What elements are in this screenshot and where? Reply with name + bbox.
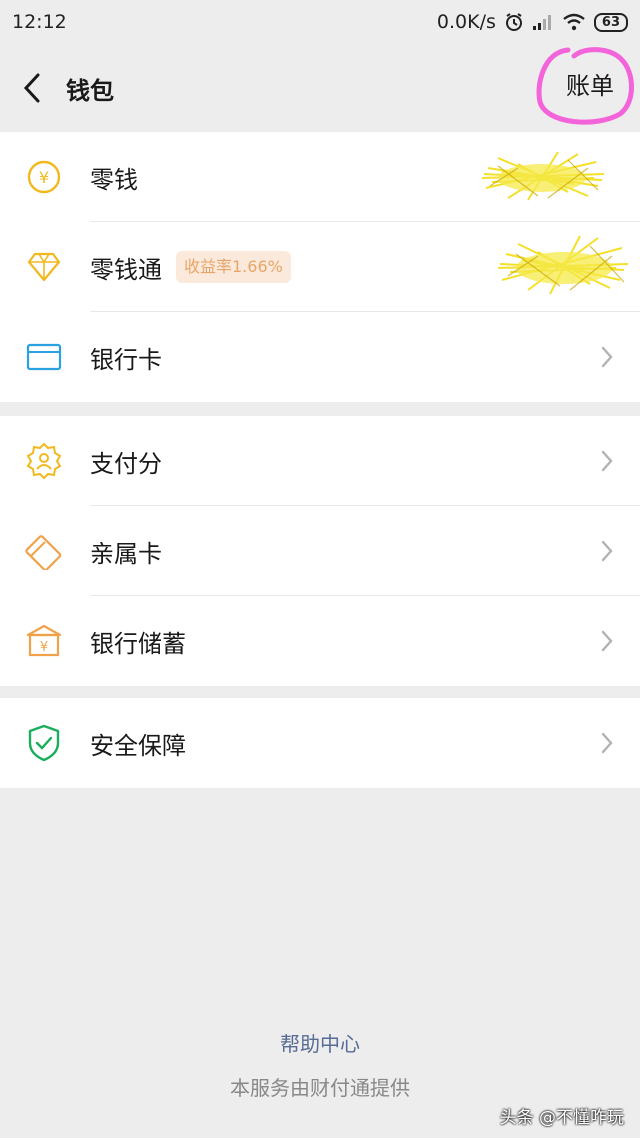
shield-check-icon bbox=[24, 723, 64, 763]
alarm-icon bbox=[504, 12, 524, 32]
chevron-right-icon bbox=[601, 346, 613, 368]
bank-building-icon: ¥ bbox=[24, 621, 64, 661]
svg-text:¥: ¥ bbox=[40, 640, 48, 655]
wallet-group-services: 支付分 亲属卡 ¥ 银行储蓄 bbox=[0, 416, 640, 686]
watermark: 头条 @不懂咋玩 bbox=[499, 1108, 624, 1128]
yuan-coin-icon: ¥ bbox=[24, 157, 64, 197]
row-bank-card[interactable]: 银行卡 bbox=[0, 312, 640, 402]
row-label: 银行储蓄 bbox=[90, 629, 186, 658]
back-button[interactable] bbox=[4, 58, 60, 118]
chevron-right-icon bbox=[601, 630, 613, 652]
service-provider-note: 本服务由财付通提供 bbox=[230, 1076, 410, 1100]
chevron-right-icon bbox=[601, 450, 613, 472]
row-label: 零钱通 bbox=[90, 255, 162, 284]
page-title: 钱包 bbox=[66, 76, 114, 105]
chevron-right-icon bbox=[601, 732, 613, 754]
row-label: 零钱 bbox=[90, 165, 138, 194]
signal-icon bbox=[532, 13, 554, 31]
row-payscore[interactable]: 支付分 bbox=[0, 416, 640, 506]
nav-bar: 钱包 账单 bbox=[0, 44, 640, 132]
wallet-group-funds: ¥ 零钱 零钱通 收益率1.66% 银行卡 bbox=[0, 132, 640, 402]
bank-card-icon bbox=[24, 337, 64, 377]
row-label: 亲属卡 bbox=[90, 539, 162, 568]
battery-indicator: 63 bbox=[593, 12, 628, 32]
redacted-balance bbox=[497, 235, 629, 295]
row-family-card[interactable]: 亲属卡 bbox=[0, 506, 640, 596]
bill-button[interactable]: 账单 bbox=[566, 66, 614, 101]
back-arrow-icon bbox=[23, 73, 40, 103]
net-speed: 0.0K/s bbox=[436, 11, 496, 33]
row-lingqiantong[interactable]: 零钱通 收益率1.66% bbox=[0, 222, 640, 312]
payscore-badge-icon bbox=[24, 441, 64, 481]
help-center-link[interactable]: 帮助中心 bbox=[0, 1028, 640, 1057]
family-card-icon bbox=[24, 531, 64, 571]
diamond-icon bbox=[24, 247, 64, 287]
status-icons: 0.0K/s 63 bbox=[437, 11, 628, 33]
yield-rate-badge: 收益率1.66% bbox=[176, 251, 291, 283]
row-security[interactable]: 安全保障 bbox=[0, 698, 640, 788]
row-bank-savings[interactable]: ¥ 银行储蓄 bbox=[0, 596, 640, 686]
svg-text:¥: ¥ bbox=[39, 168, 49, 187]
row-label: 支付分 bbox=[90, 449, 162, 478]
row-change[interactable]: ¥ 零钱 bbox=[0, 132, 640, 222]
redacted-balance bbox=[481, 151, 605, 201]
row-label: 银行卡 bbox=[90, 345, 162, 374]
chevron-right-icon bbox=[601, 540, 613, 562]
wifi-icon bbox=[562, 13, 586, 31]
wallet-group-security: 安全保障 bbox=[0, 698, 640, 788]
status-bar: 12:12 0.0K/s 63 bbox=[0, 0, 640, 44]
status-time: 12:12 bbox=[12, 11, 67, 33]
row-label: 安全保障 bbox=[90, 731, 186, 760]
